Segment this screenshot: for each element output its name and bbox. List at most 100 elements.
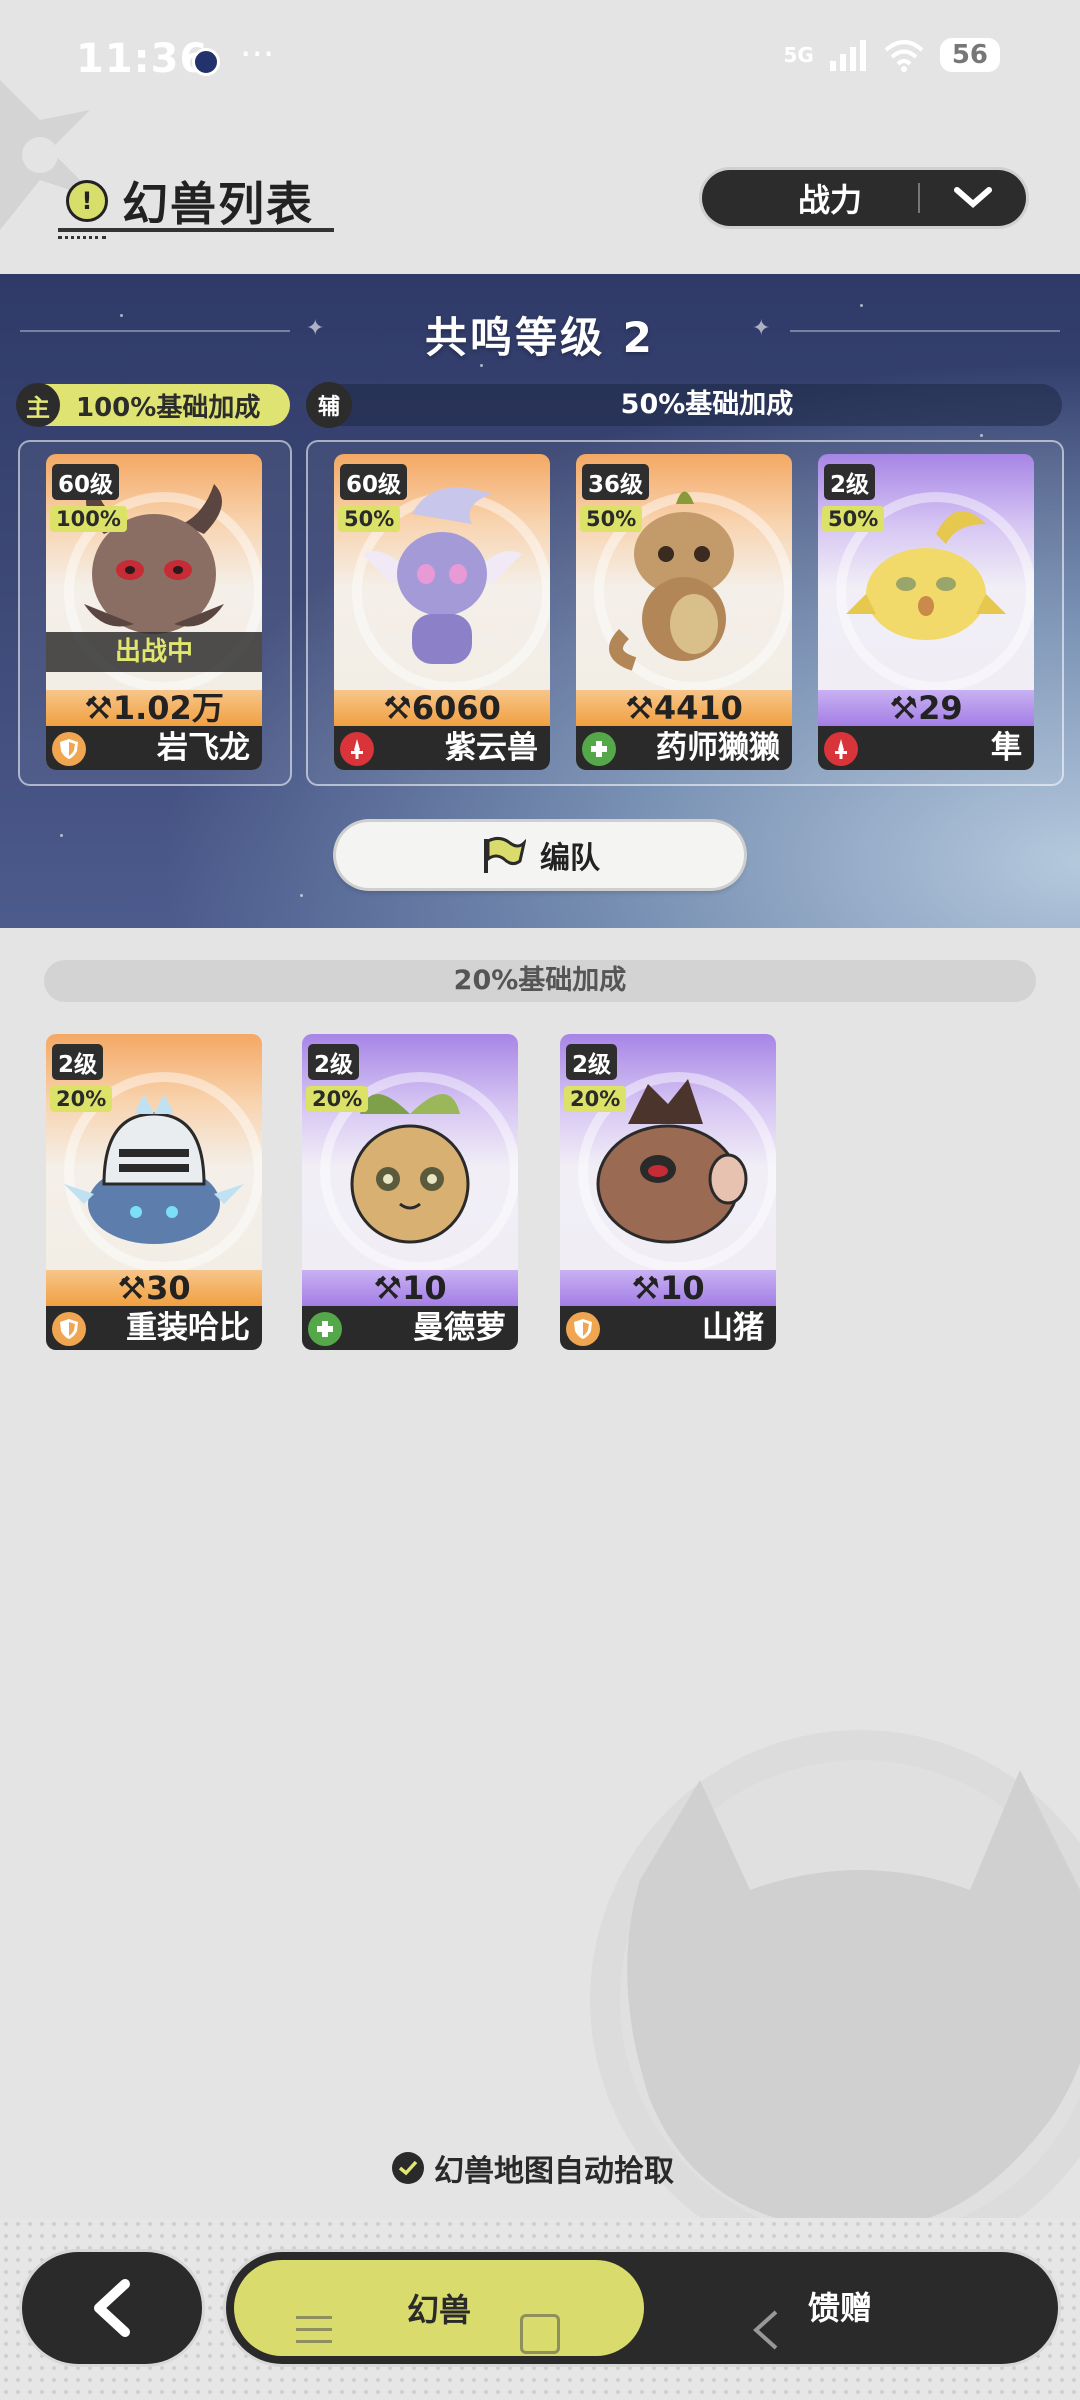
level-badge: 2级	[308, 1044, 360, 1080]
power-icon: ⚒	[383, 689, 412, 727]
beast-name: 紫云兽	[445, 730, 538, 766]
reserve-bonus-bar: 20%基础加成	[44, 960, 1036, 1002]
bonus-badge: 20%	[306, 1086, 369, 1112]
reserve-beast-card[interactable]: 2级 20% ⚒30 重装哈比	[46, 1034, 262, 1350]
tab-gifts[interactable]: 馈赠	[760, 2270, 920, 2346]
attack-role-icon	[340, 732, 374, 766]
beast-name: 隼	[991, 730, 1022, 766]
healer-otter-portrait	[609, 491, 734, 671]
resonance-level-title: 共鸣等级 2	[425, 313, 655, 362]
tank-role-icon	[52, 732, 86, 766]
beast-card-main[interactable]: 出战中 60级 100% ⚒1.02万 岩飞龙	[46, 454, 262, 770]
system-back-icon[interactable]	[748, 2308, 784, 2352]
back-chevron-icon	[94, 2279, 130, 2337]
resonance-banner: ✦ ✦ 共鸣等级 2 主 100%基础加成 辅 50%基础加成 出战中 60级 …	[0, 274, 1080, 928]
power-icon: ⚒	[625, 689, 654, 727]
check-circle-icon	[392, 2152, 424, 2184]
main-bonus-label: 100%基础加成	[76, 392, 261, 423]
team-formation-button[interactable]: 编队	[336, 822, 744, 888]
network-type: 5G	[783, 43, 814, 67]
armored-harpy-portrait	[64, 1094, 244, 1244]
beast-name: 重装哈比	[126, 1310, 250, 1346]
power-number: 4410	[653, 689, 743, 727]
auto-pickup-toggle[interactable]: 幻兽地图自动拾取	[392, 2146, 674, 2190]
level-badge: 2级	[566, 1044, 618, 1080]
level-badge: 2级	[52, 1044, 104, 1080]
power-value: ⚒1.02万	[46, 690, 262, 726]
power-number: 30	[146, 1269, 191, 1307]
beast-name: 药师獭獭	[656, 730, 780, 766]
power-icon: ⚒	[84, 689, 113, 727]
tab-beasts-label: 幻兽	[406, 2291, 471, 2329]
auto-pickup-label: 幻兽地图自动拾取	[434, 2154, 674, 2189]
deployed-badge: 出战中	[46, 632, 262, 672]
info-icon: !	[66, 180, 108, 222]
page-header: ! 幻兽列表	[66, 168, 314, 234]
power-icon: ⚒	[631, 1269, 661, 1307]
status-indicators: 5G 56	[783, 38, 1000, 72]
signal-icon	[829, 40, 866, 71]
beast-card-assist-3[interactable]: 2级 50% ⚒29 隼	[818, 454, 1034, 770]
power-number: 29	[918, 689, 963, 727]
battery-icon: 56	[939, 38, 1000, 72]
purple-cloud-beast-portrait	[362, 487, 522, 664]
bonus-badge: 20%	[50, 1086, 113, 1112]
bonus-badge: 50%	[580, 506, 643, 532]
attack-role-icon	[824, 732, 858, 766]
tank-role-icon	[566, 1312, 600, 1346]
beast-name: 岩飞龙	[157, 730, 250, 766]
bonus-badge: 50%	[822, 506, 885, 532]
wifi-icon	[884, 40, 924, 72]
flag-icon	[484, 836, 526, 873]
team-formation-label: 编队	[540, 841, 600, 876]
sort-label: 战力	[797, 181, 862, 219]
system-menu-icon[interactable]	[294, 2312, 334, 2348]
assist-bonus-label: 50%基础加成	[620, 389, 794, 420]
mandrake-portrait	[350, 1094, 470, 1244]
bonus-badge: 100%	[50, 506, 127, 532]
bonus-badge: 20%	[564, 1086, 627, 1112]
beast-name: 曼德萝	[413, 1310, 506, 1346]
level-badge: 36级	[582, 464, 650, 500]
system-home-icon[interactable]	[520, 2314, 560, 2354]
power-number: 10	[660, 1269, 705, 1307]
page-title: 幻兽列表	[122, 177, 314, 231]
power-icon: ⚒	[117, 1269, 147, 1307]
reserve-beast-card[interactable]: 2级 20% ⚒10 曼德萝	[302, 1034, 518, 1350]
main-slot-bonus: 主 100%基础加成	[16, 383, 290, 427]
falcon-portrait	[846, 511, 1006, 640]
level-badge: 2级	[824, 464, 876, 500]
tank-role-icon	[52, 1312, 86, 1346]
main-tag: 主	[16, 383, 60, 427]
back-button[interactable]	[22, 2252, 202, 2364]
title-underline	[58, 228, 334, 232]
power-icon: ⚒	[889, 689, 919, 727]
power-icon: ⚒	[373, 1269, 403, 1307]
wild-boar-portrait	[596, 1079, 748, 1244]
assist-tag: 辅	[306, 382, 352, 428]
power-value: ⚒29	[818, 690, 1034, 726]
power-number: 1.02万	[112, 689, 224, 727]
cat-watermark-icon	[590, 1730, 1080, 2270]
beast-card-assist-1[interactable]: 60级 50% ⚒6060 紫云兽	[334, 454, 550, 770]
power-value: ⚒10	[560, 1270, 776, 1306]
heal-role-icon	[582, 732, 616, 766]
sort-dropdown[interactable]: 战力	[702, 170, 1026, 226]
beast-name: 山猪	[702, 1310, 764, 1346]
power-number: 10	[402, 1269, 447, 1307]
power-value: ⚒4410	[576, 690, 792, 726]
beast-card-assist-2[interactable]: 36级 50% ⚒4410 药师獭獭	[576, 454, 792, 770]
bonus-badge: 50%	[338, 506, 401, 532]
power-number: 6060	[411, 689, 501, 727]
level-badge: 60级	[52, 464, 120, 500]
reserve-beast-card[interactable]: 2级 20% ⚒10 山猪	[560, 1034, 776, 1350]
chevron-down-icon	[920, 186, 1026, 210]
title-dots	[58, 236, 106, 243]
app-notification-icon	[192, 48, 220, 76]
power-value: ⚒30	[46, 1270, 262, 1306]
power-value: ⚒6060	[334, 690, 550, 726]
more-notifications-icon: ···	[240, 34, 275, 75]
power-value: ⚒10	[302, 1270, 518, 1306]
heal-role-icon	[308, 1312, 342, 1346]
level-badge: 60级	[340, 464, 408, 500]
